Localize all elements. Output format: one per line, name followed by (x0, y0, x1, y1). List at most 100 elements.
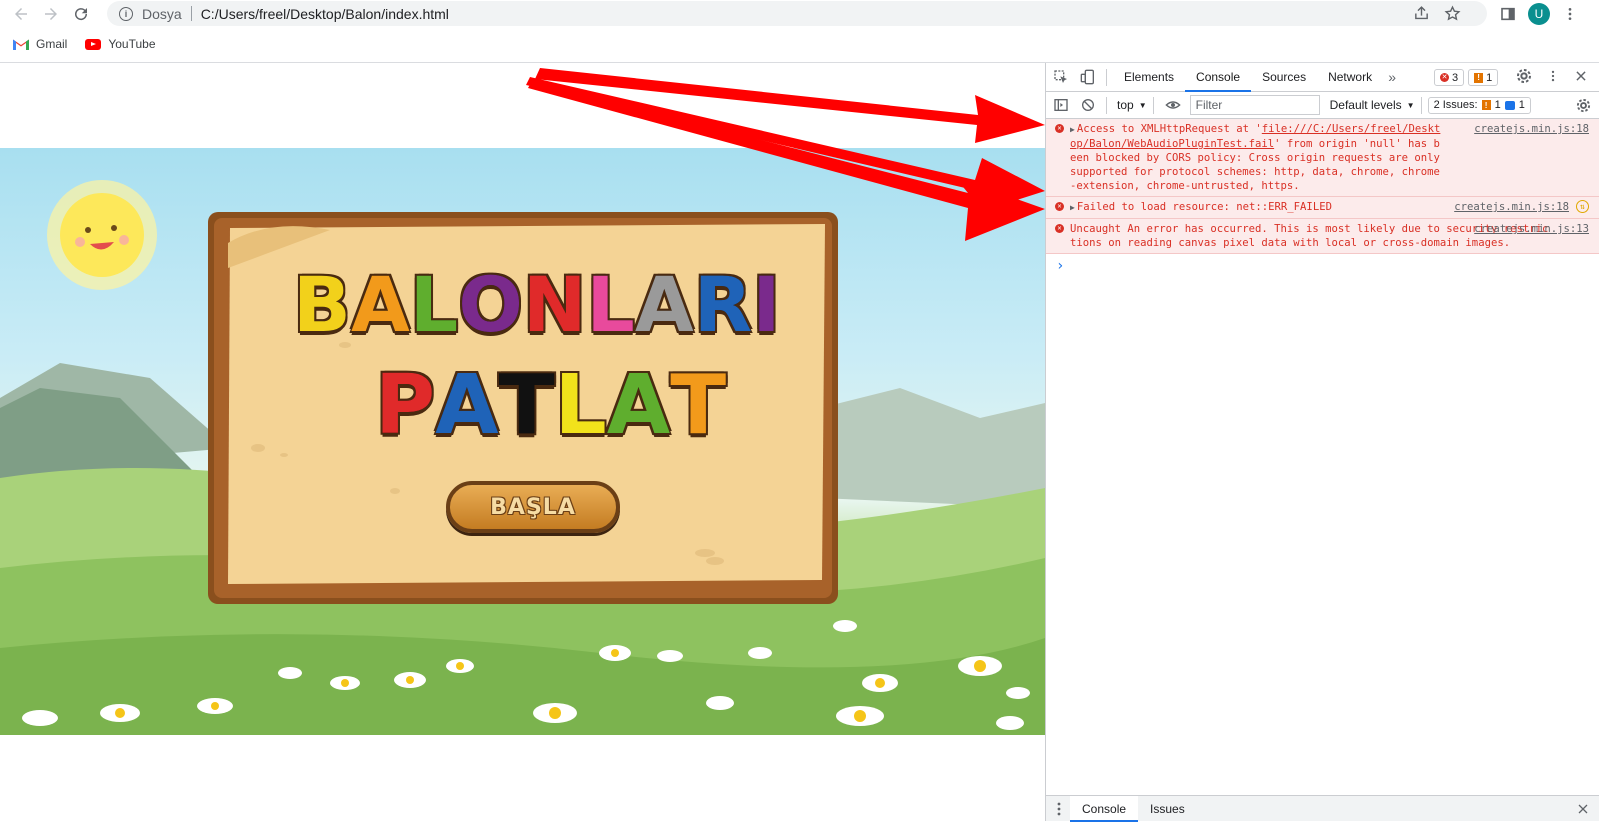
error-icon: ✕ (1055, 202, 1064, 211)
warning-icon: ! (1474, 72, 1484, 83)
bookmarks-bar: Gmail YouTube (0, 31, 1599, 57)
message-text: Access to XMLHttpRequest at ' (1076, 123, 1262, 135)
title-letter: L (586, 260, 635, 349)
forward-button[interactable] (36, 0, 66, 27)
bookmark-gmail[interactable]: Gmail (13, 37, 67, 51)
warning-count: 1 (1486, 71, 1493, 84)
gmail-icon (13, 39, 29, 50)
message-source-link[interactable]: createjs.min.js:13 (1474, 222, 1589, 236)
share-icon[interactable] (1413, 5, 1430, 22)
title-letter: O (458, 260, 523, 349)
inspect-element-icon[interactable] (1046, 69, 1076, 85)
game-title-line1: BALONLARI (293, 260, 781, 349)
devtools-drawer: Console Issues (1046, 795, 1599, 822)
toolbar-separator (1152, 96, 1154, 114)
device-toolbar-icon[interactable] (1076, 69, 1100, 85)
title-letter: L (409, 260, 459, 349)
browser-toolbar: i Dosya C:/Users/freel/Desktop/Balon/ind… (0, 0, 1599, 27)
arrow-right-icon (45, 7, 57, 20)
warning-icon: ! (1481, 100, 1491, 110)
console-prompt[interactable]: › (1046, 254, 1599, 278)
message-text: Failed to load resource: net::ERR_FAILED (1076, 201, 1332, 213)
profile-avatar[interactable]: U (1528, 2, 1550, 25)
log-levels-dropdown[interactable]: Default levels ▼ (1330, 98, 1415, 112)
console-error-message[interactable]: ✕ Uncaught An error has occurred. This i… (1046, 219, 1599, 254)
sidebar-toggle-icon[interactable] (1046, 97, 1076, 113)
console-toolbar: top ▼ Default levels ▼ 2 Issues: ! 1 1 (1046, 92, 1599, 119)
youtube-icon (85, 38, 102, 50)
caret-down-icon: ▼ (1138, 100, 1147, 110)
error-icon: ✕ (1055, 124, 1064, 133)
title-letter: T (670, 358, 727, 453)
close-drawer-icon[interactable] (1577, 803, 1589, 815)
title-letter: B (293, 260, 351, 349)
toolbar-separator (1420, 96, 1422, 114)
address-separator (190, 6, 192, 21)
devtools-tabbar: Elements Console Sources Network » ✕ 3 !… (1046, 63, 1599, 92)
scheme-label: Dosya (142, 5, 182, 22)
game-title-line2: PATLAT (375, 358, 726, 453)
title-letter: P (375, 358, 436, 453)
console-messages: ✕ ▶ Access to XMLHttpRequest at 'file:///… (1046, 119, 1599, 278)
start-button-label: BAŞLA (490, 494, 576, 520)
title-letter: L (554, 358, 607, 453)
settings-gear-icon[interactable] (1516, 68, 1532, 84)
drawer-menu-icon[interactable] (1056, 802, 1062, 816)
tab-console[interactable]: Console (1185, 63, 1252, 92)
network-request-icon[interactable]: ⇅ (1576, 200, 1589, 213)
more-vert-icon[interactable] (1562, 6, 1578, 22)
devtools-panel: Elements Console Sources Network » ✕ 3 !… (1045, 63, 1599, 822)
tab-sources[interactable]: Sources (1251, 63, 1317, 92)
message-source-link[interactable]: createjs.min.js:18 (1454, 200, 1569, 214)
start-game-button[interactable]: BAŞLA (446, 481, 620, 533)
error-count: 3 (1452, 71, 1459, 84)
more-tabs-icon[interactable]: » (1383, 69, 1401, 85)
bookmark-label: YouTube (108, 37, 156, 51)
console-error-message[interactable]: ✕ ▶ Access to XMLHttpRequest at 'file:///… (1046, 119, 1599, 197)
log-levels-value: Default levels (1329, 98, 1402, 112)
tab-elements[interactable]: Elements (1113, 63, 1185, 92)
error-count-badge[interactable]: ✕ 3 (1434, 69, 1465, 86)
eye-icon[interactable] (1160, 97, 1186, 113)
title-letter: R (693, 260, 753, 349)
back-button[interactable] (6, 0, 36, 27)
error-icon: ✕ (1055, 224, 1064, 233)
console-error-message[interactable]: ✕ ▶ Failed to load resource: net::ERR_FAI… (1046, 197, 1599, 219)
info-message-icon (1504, 100, 1515, 110)
clear-console-icon[interactable] (1076, 97, 1100, 113)
arrow-left-icon (15, 7, 27, 20)
title-letter: I (752, 260, 781, 349)
context-value: top (1117, 98, 1134, 112)
address-bar[interactable]: i Dosya C:/Users/freel/Desktop/Balon/ind… (107, 1, 1487, 26)
drawer-tab-issues[interactable]: Issues (1138, 796, 1197, 822)
url-text[interactable]: C:/Users/freel/Desktop/Balon/index.html (201, 6, 449, 22)
message-source-link[interactable]: createjs.min.js:18 (1474, 122, 1589, 136)
tab-separator (1106, 68, 1107, 86)
reload-button[interactable] (66, 0, 96, 27)
toolbar-separator (1106, 96, 1107, 114)
bookmark-label: Gmail (36, 37, 68, 51)
issues-button[interactable]: 2 Issues: ! 1 1 (1427, 96, 1531, 114)
console-settings-gear-icon[interactable] (1576, 98, 1591, 113)
bookmark-youtube[interactable]: YouTube (85, 37, 156, 51)
title-letter: A (634, 260, 694, 349)
reload-icon (75, 7, 88, 20)
close-icon[interactable] (1574, 69, 1588, 83)
console-filter-input[interactable] (1189, 95, 1320, 115)
side-panel-icon[interactable] (1500, 6, 1516, 22)
star-icon[interactable] (1444, 5, 1461, 22)
expand-triangle-icon[interactable]: ▶ (1070, 125, 1075, 134)
tab-network[interactable]: Network (1317, 63, 1383, 92)
title-letter: T (498, 358, 555, 453)
drawer-tab-console[interactable]: Console (1070, 795, 1139, 822)
title-letter: A (350, 260, 410, 349)
context-selector[interactable]: top ▼ (1117, 98, 1147, 112)
expand-triangle-icon[interactable]: ▶ (1070, 203, 1075, 212)
more-vert-icon[interactable] (1546, 68, 1560, 84)
page-viewport: BALONLARI PATLAT BAŞLA (0, 63, 1045, 821)
title-letter: A (435, 358, 499, 453)
warning-count-badge[interactable]: ! 1 (1468, 69, 1499, 86)
caret-down-icon: ▼ (1406, 100, 1415, 110)
issues-label: 2 Issues: (1433, 99, 1478, 111)
info-icon[interactable]: i (119, 6, 133, 21)
